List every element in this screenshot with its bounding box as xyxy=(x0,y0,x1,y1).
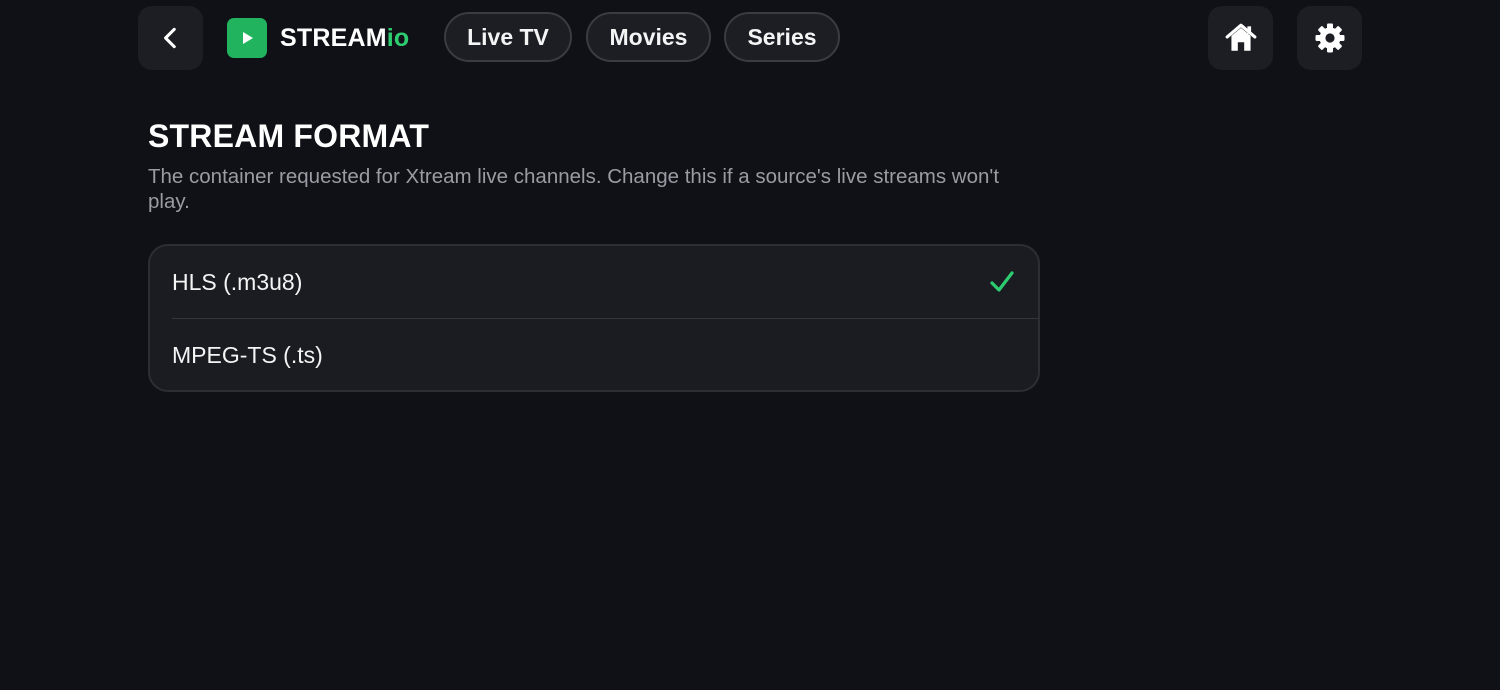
top-bar: STREAMio Live TV Movies Series xyxy=(0,0,1500,78)
logo-text-main: STREAM xyxy=(280,23,387,52)
section-description: The container requested for Xtream live … xyxy=(148,165,1000,213)
option-hls[interactable]: HLS (.m3u8) xyxy=(150,246,1038,319)
option-mpeg-ts[interactable]: MPEG-TS (.ts) xyxy=(150,319,1038,390)
chevron-left-icon xyxy=(163,27,176,49)
back-button[interactable] xyxy=(138,6,203,70)
app-logo[interactable]: STREAMio xyxy=(227,17,409,59)
nav-movies-button[interactable]: Movies xyxy=(586,12,711,62)
nav-live-tv-button[interactable]: Live TV xyxy=(444,12,572,62)
section-title: STREAM FORMAT xyxy=(148,118,430,154)
logo-wordmark: STREAMio xyxy=(280,24,409,53)
logo-text-accent: io xyxy=(386,23,410,52)
home-button[interactable] xyxy=(1208,6,1273,70)
option-label: MPEG-TS (.ts) xyxy=(172,342,323,368)
checkmark-icon xyxy=(990,271,1014,292)
settings-content: STREAM FORMAT The container requested fo… xyxy=(148,116,1040,392)
settings-button[interactable] xyxy=(1297,6,1362,70)
stream-format-options: HLS (.m3u8) MPEG-TS (.ts) xyxy=(148,244,1040,392)
home-icon xyxy=(1225,23,1256,51)
gear-icon xyxy=(1315,23,1344,53)
option-label: HLS (.m3u8) xyxy=(172,269,303,295)
nav-series-button[interactable]: Series xyxy=(724,12,840,62)
play-icon xyxy=(227,18,267,58)
